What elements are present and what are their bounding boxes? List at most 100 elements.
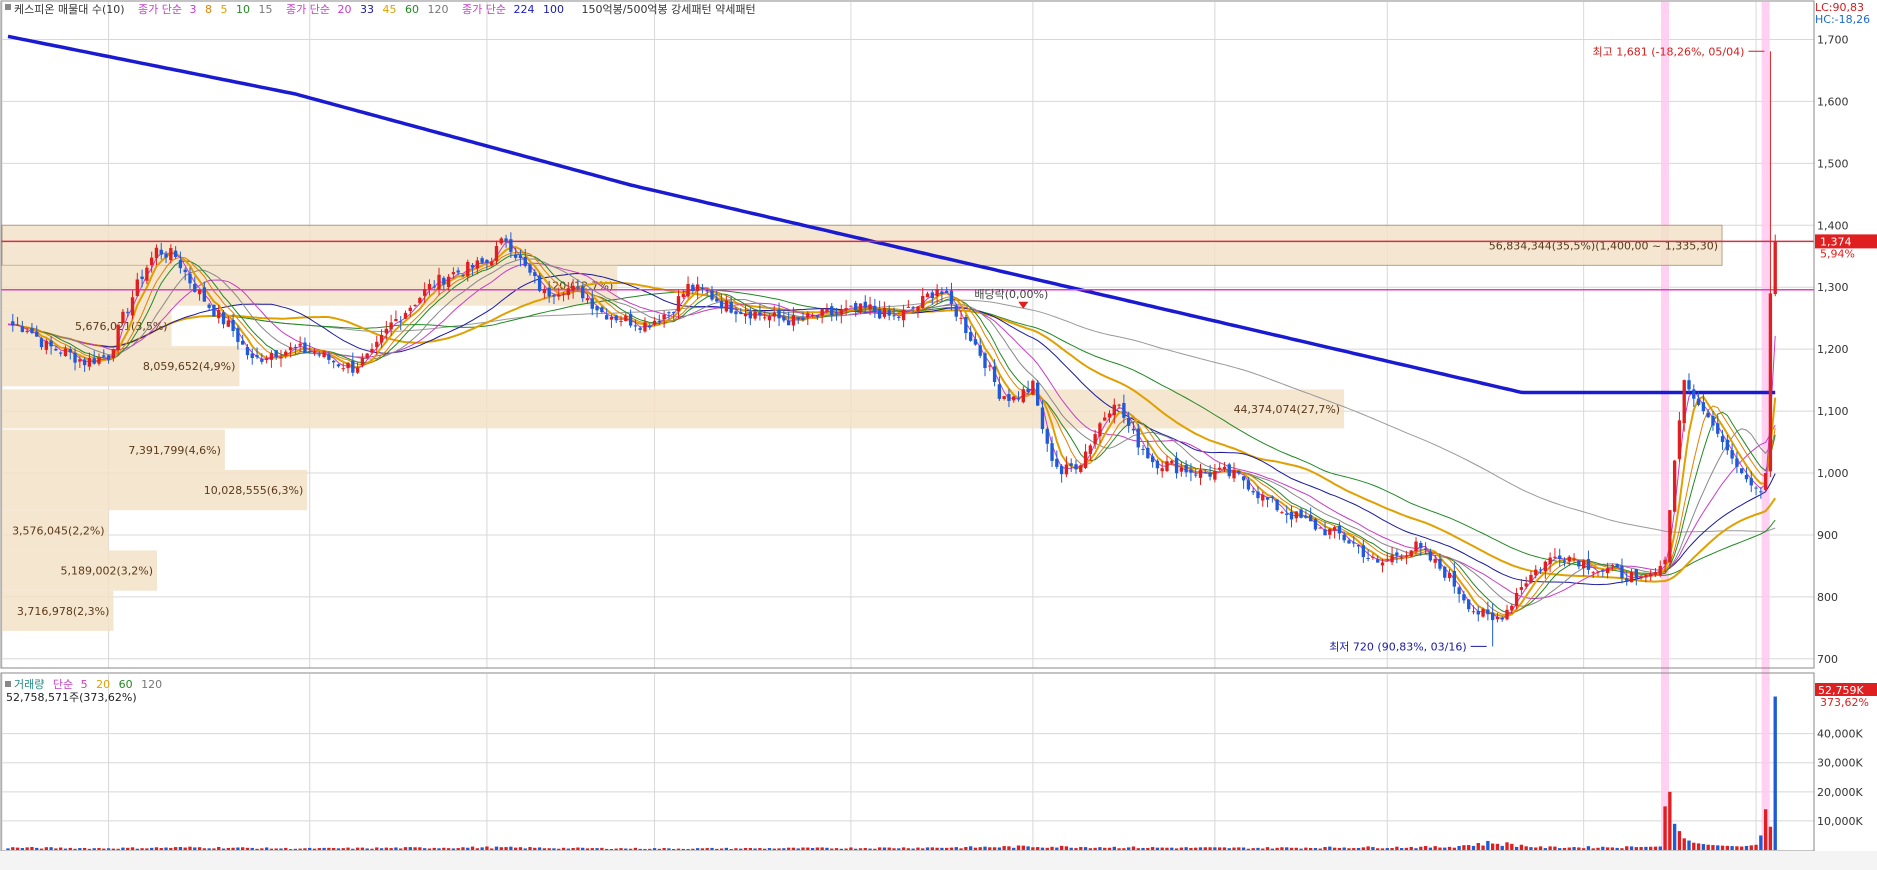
candle-body: [1189, 469, 1193, 473]
candle-body: [1399, 557, 1404, 559]
volume-bar: [1720, 845, 1725, 850]
volume-bar: [921, 848, 925, 850]
volume-bar: [1285, 847, 1289, 850]
volume-bar: [877, 847, 882, 850]
candle-body: [887, 310, 891, 316]
candle-body: [858, 303, 863, 313]
volume-bar: [1562, 847, 1567, 850]
candle-body: [695, 284, 700, 291]
volume-bar: [370, 848, 374, 850]
candle-body: [1409, 550, 1413, 557]
volume-bar: [15, 847, 20, 850]
candle-body: [1241, 476, 1246, 481]
volume-bar: [1711, 845, 1715, 850]
candle-body: [68, 348, 72, 353]
candle-body: [1012, 396, 1016, 401]
volume-bar: [566, 848, 571, 850]
candle-body: [303, 342, 307, 354]
candle-body: [964, 317, 968, 334]
volume-bar: [1246, 848, 1251, 850]
volume-profile-label: 3,716,978(2,3%): [17, 605, 110, 618]
candle-body: [557, 294, 561, 297]
volume-bar: [662, 848, 666, 850]
volume-bar: [1572, 847, 1576, 850]
volume-bar: [1692, 842, 1696, 850]
candle-body: [269, 352, 274, 360]
candle-body: [523, 256, 527, 266]
candle-body: [288, 347, 293, 351]
candle-body: [164, 254, 168, 258]
candle-body: [1538, 569, 1543, 571]
candle-body: [106, 355, 111, 360]
volume-bar: [97, 847, 101, 850]
volume-bar: [78, 848, 82, 850]
stock-chart[interactable]: 56,834,344(35,5%)(1,400,00 ~ 1,335,30)44…: [0, 0, 1877, 870]
volume-bar: [973, 847, 978, 850]
candle-body: [1342, 534, 1346, 541]
candle-body: [284, 351, 288, 356]
candle-body: [1558, 555, 1562, 560]
candle-body: [1572, 558, 1576, 560]
volume-profile-label: 10,028,555(6,3%): [204, 484, 304, 497]
candle-body: [700, 287, 705, 289]
volume-bar: [1141, 847, 1145, 850]
volume-bar: [528, 847, 532, 850]
volume-bar: [734, 848, 738, 850]
candle-body: [1490, 612, 1495, 621]
candle-body: [983, 353, 987, 369]
volume-bar: [389, 848, 393, 850]
volume-bar: [1313, 848, 1318, 850]
volume-profile-label: 8,059,652(4,9%): [143, 360, 236, 373]
volume-bar: [940, 847, 944, 850]
volume-bar: [442, 847, 446, 850]
candle-body: [470, 265, 475, 268]
volume-bar: [274, 848, 278, 850]
candle-body: [403, 312, 408, 319]
candle-body: [1035, 382, 1040, 406]
volume-bar: [806, 847, 810, 850]
volume-bar: [638, 848, 642, 850]
candle-body: [154, 247, 159, 259]
volume-bar: [585, 848, 590, 850]
volume-bar: [164, 847, 168, 850]
candle-body: [1768, 293, 1773, 472]
candle-body: [1725, 439, 1729, 451]
signal-highlight: [1761, 2, 1770, 850]
volume-profile-label: 44,374,074(27,7%): [1234, 403, 1341, 416]
low-label: 최저 720 (90,83%, 03/16): [1329, 640, 1466, 653]
volume-bar: [130, 847, 135, 850]
volume-bar: [1634, 847, 1639, 850]
candle-body: [1146, 447, 1150, 459]
volume-bar: [1399, 848, 1404, 850]
volume-bar: [672, 849, 676, 850]
volume-bar: [863, 848, 867, 850]
volume-bar: [226, 847, 230, 850]
candle-body: [384, 328, 389, 334]
candle-body: [839, 309, 843, 315]
candle-body: [375, 341, 379, 348]
volume-bar: [614, 848, 618, 850]
candle-body: [35, 331, 39, 337]
candle-body: [1706, 412, 1710, 418]
volume-bar: [399, 848, 403, 850]
volume-bar: [1179, 847, 1184, 850]
candle-body: [1002, 396, 1006, 399]
candle-body: [1476, 611, 1480, 615]
candle-body: [260, 359, 264, 362]
candle-body: [1079, 465, 1083, 472]
candle-body: [1586, 559, 1591, 570]
volume-bar: [284, 847, 288, 850]
volume-bar: [743, 848, 748, 850]
candle-body: [657, 320, 662, 323]
candle-body: [801, 317, 805, 321]
candle-body: [1620, 565, 1624, 579]
candle-body: [1763, 473, 1768, 490]
candle-body: [130, 297, 135, 316]
volume-bar: [1203, 847, 1207, 850]
candle-body: [1443, 566, 1447, 578]
volume-bar: [1514, 846, 1519, 850]
volume-bar: [82, 847, 87, 850]
volume-bar: [427, 848, 432, 850]
volume-bar: [140, 848, 144, 850]
candle-body: [1495, 616, 1500, 620]
